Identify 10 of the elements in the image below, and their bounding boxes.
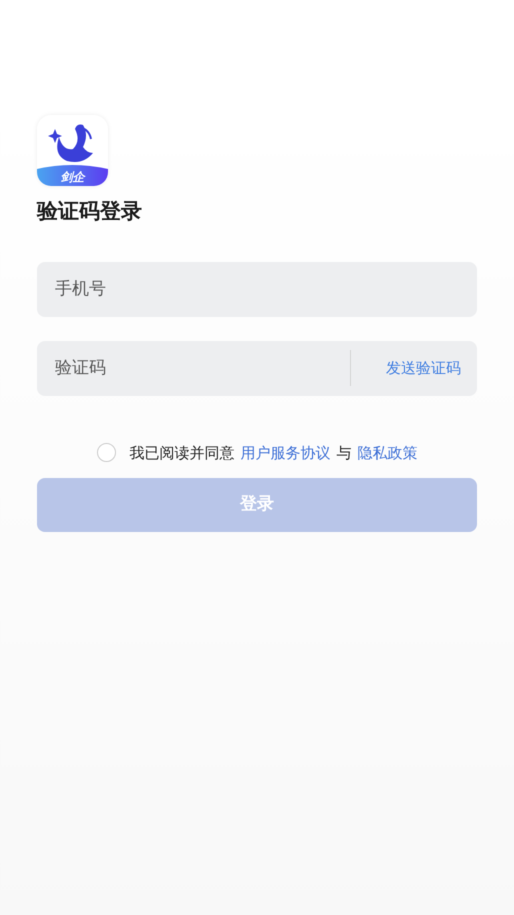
agreement-link[interactable]: 用户服务协议	[240, 442, 330, 464]
page-title: 验证码登录	[37, 198, 143, 225]
app-logo: 剑企	[37, 115, 108, 186]
send-code-button[interactable]: 发送验证码	[350, 340, 477, 396]
code-field[interactable]: 验证码	[37, 340, 350, 396]
phone-field[interactable]: 手机号	[37, 262, 477, 316]
agreement-text: 与	[336, 442, 352, 464]
agreement-link[interactable]: 隐私政策	[358, 442, 418, 464]
agreement-text: 我已阅读并同意	[130, 442, 234, 464]
agree-radio[interactable]	[96, 443, 116, 462]
